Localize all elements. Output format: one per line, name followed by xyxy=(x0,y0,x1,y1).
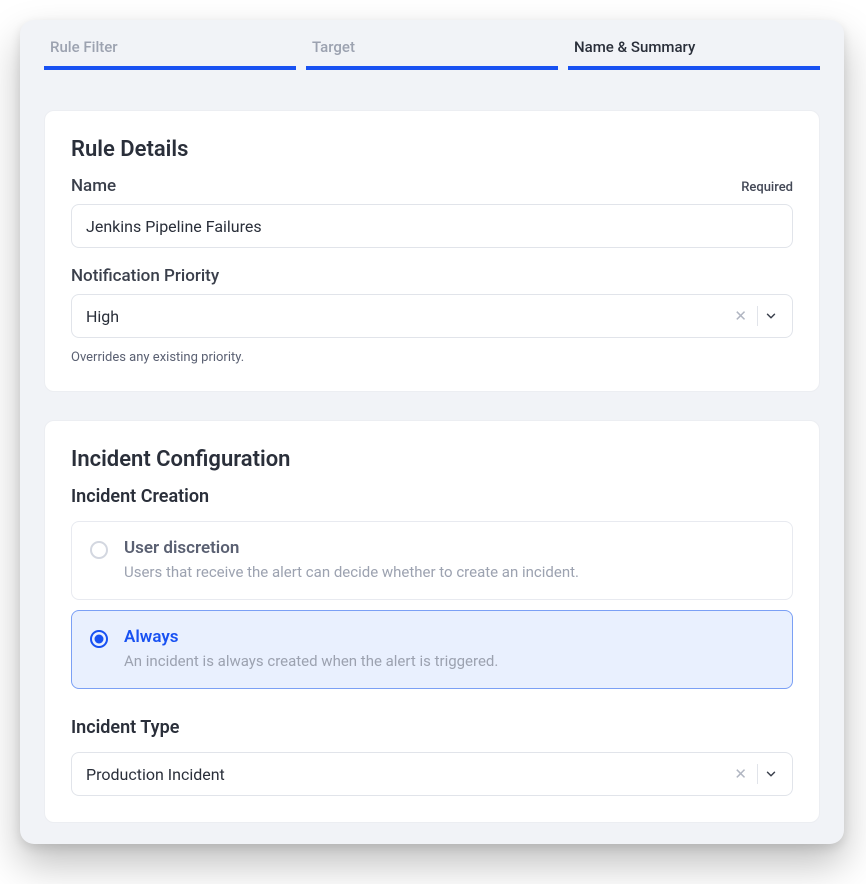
divider xyxy=(757,764,758,784)
tab-label: Name & Summary xyxy=(574,38,695,56)
chevron-down-icon xyxy=(764,309,778,323)
tab-rule-filter[interactable]: Rule Filter xyxy=(44,38,296,70)
incident-config-card: Incident Configuration Incident Creation… xyxy=(44,420,820,823)
field-header: Name Required xyxy=(71,176,793,196)
radio-description: Users that receive the alert can decide … xyxy=(124,562,774,583)
radio-title: Always xyxy=(124,627,774,647)
priority-hint: Overrides any existing priority. xyxy=(71,350,793,365)
radio-icon xyxy=(90,541,108,559)
wizard-tabs: Rule Filter Target Name & Summary xyxy=(20,20,844,70)
required-badge: Required xyxy=(741,180,793,195)
tab-target[interactable]: Target xyxy=(306,38,558,70)
tab-label: Rule Filter xyxy=(50,38,118,56)
content-area: Rule Details Name Required Notification … xyxy=(20,70,844,823)
incident-config-heading: Incident Configuration xyxy=(71,447,793,472)
radio-body: Always An incident is always created whe… xyxy=(124,627,774,672)
incident-type-value: Production Incident xyxy=(86,765,728,784)
name-input[interactable] xyxy=(71,204,793,248)
radio-body: User discretion Users that receive the a… xyxy=(124,538,774,583)
tab-name-summary[interactable]: Name & Summary xyxy=(568,38,820,70)
incident-creation-radio-group: User discretion Users that receive the a… xyxy=(71,521,793,689)
priority-select[interactable]: High ✕ xyxy=(71,294,793,338)
incident-creation-label: Incident Creation xyxy=(71,486,793,507)
chevron-down-icon xyxy=(764,767,778,781)
clear-icon[interactable]: ✕ xyxy=(728,309,753,324)
field-header: Notification Priority xyxy=(71,266,793,286)
radio-title: User discretion xyxy=(124,538,774,558)
radio-icon xyxy=(90,630,108,648)
tab-label: Target xyxy=(312,38,355,56)
rule-details-card: Rule Details Name Required Notification … xyxy=(44,110,820,392)
rule-details-heading: Rule Details xyxy=(71,137,793,162)
priority-label: Notification Priority xyxy=(71,266,219,286)
incident-type-select[interactable]: Production Incident ✕ xyxy=(71,752,793,796)
divider xyxy=(757,306,758,326)
radio-option-always[interactable]: Always An incident is always created whe… xyxy=(71,610,793,689)
priority-value: High xyxy=(86,307,728,326)
incident-type-label: Incident Type xyxy=(71,717,793,738)
clear-icon[interactable]: ✕ xyxy=(728,767,753,782)
name-label: Name xyxy=(71,176,116,196)
name-field: Name Required xyxy=(71,176,793,248)
radio-description: An incident is always created when the a… xyxy=(124,651,774,672)
incident-type-field: Incident Type Production Incident ✕ xyxy=(71,717,793,796)
priority-field: Notification Priority High ✕ Overrides a… xyxy=(71,266,793,365)
dialog-container: Rule Filter Target Name & Summary Rule D… xyxy=(20,20,844,844)
radio-option-user-discretion[interactable]: User discretion Users that receive the a… xyxy=(71,521,793,600)
